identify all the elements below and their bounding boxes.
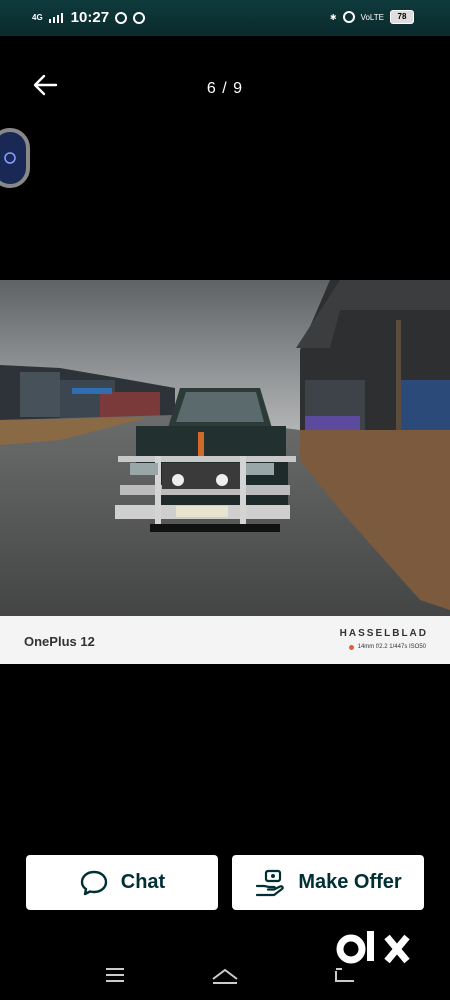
listing-photo[interactable] bbox=[0, 280, 450, 664]
mic-icon bbox=[4, 152, 16, 164]
home-icon[interactable] bbox=[210, 965, 240, 985]
chat-button[interactable]: Chat bbox=[26, 855, 218, 910]
camera-brand: HASSELBLAD bbox=[339, 628, 428, 639]
recent-apps-icon[interactable] bbox=[100, 965, 130, 985]
make-offer-button[interactable]: Make Offer bbox=[232, 855, 424, 910]
battery-icon: 78 bbox=[390, 10, 414, 24]
volte-indicator: VoLTE bbox=[360, 12, 384, 22]
camera-specs: 14mm f/2.2 1/447s ISO50 bbox=[348, 644, 426, 650]
back-nav-icon[interactable] bbox=[330, 965, 360, 985]
status-left: 4G 10:27 bbox=[32, 9, 146, 26]
status-bar: 4G 10:27 ✱ VoLTE 78 bbox=[0, 0, 450, 36]
status-time: 10:27 bbox=[70, 9, 110, 26]
camera-model: OnePlus 12 bbox=[24, 634, 95, 649]
app-notification-icon bbox=[133, 11, 146, 24]
bluetooth-icon: ✱ bbox=[329, 12, 337, 22]
make-offer-button-label: Make Offer bbox=[298, 871, 402, 893]
network-indicator: 4G bbox=[32, 12, 43, 22]
camera-specs-text: 14mm f/2.2 1/447s ISO50 bbox=[357, 644, 426, 650]
signal-icon bbox=[48, 12, 63, 23]
dot-icon bbox=[348, 644, 354, 650]
system-navigation-bar bbox=[0, 955, 450, 1000]
chat-bubble-icon bbox=[80, 870, 107, 895]
alarm-icon bbox=[115, 11, 128, 24]
alarm-icon bbox=[342, 11, 355, 23]
chat-button-label: Chat bbox=[120, 871, 166, 893]
offer-hand-icon bbox=[256, 869, 285, 896]
image-counter: 6 / 9 bbox=[206, 80, 244, 97]
camera-watermark-bar: OnePlus 12 HASSELBLAD 14mm f/2.2 1/447s … bbox=[0, 616, 450, 664]
gallery-header: 6 / 9 bbox=[0, 60, 450, 110]
status-right: ✱ VoLTE 78 bbox=[330, 10, 414, 24]
floating-assistant-bubble[interactable] bbox=[0, 128, 30, 188]
